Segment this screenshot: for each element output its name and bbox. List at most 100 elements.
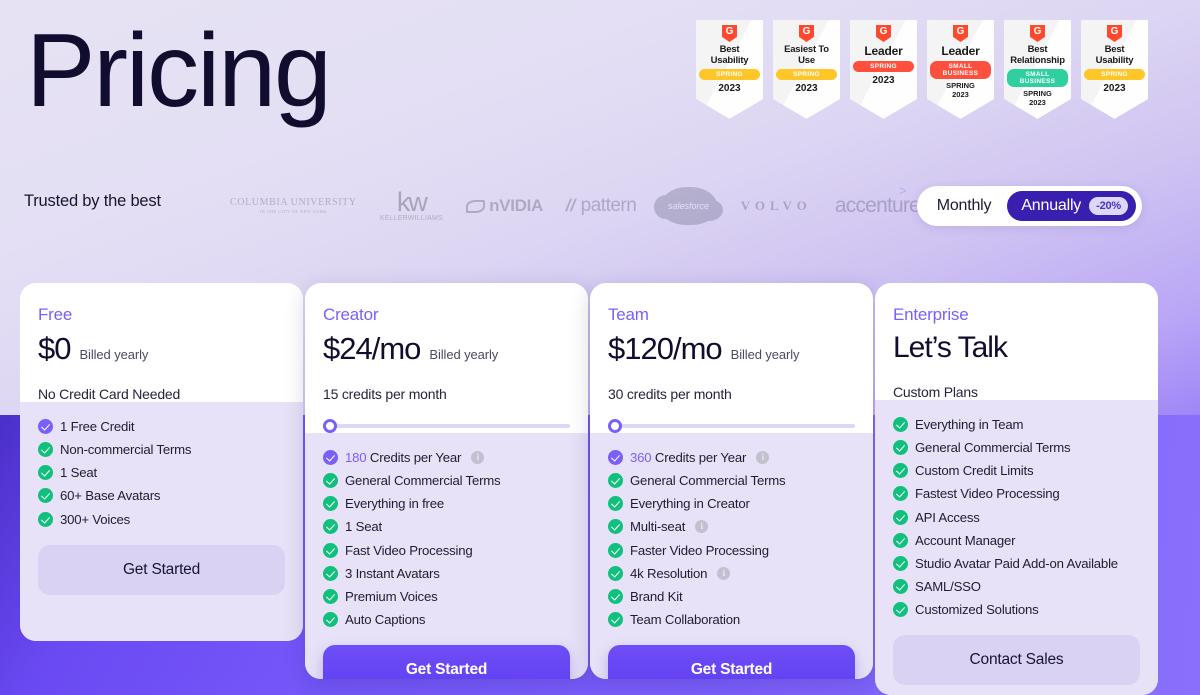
billing-note: Billed yearly xyxy=(429,347,499,362)
g2-logo-icon: G xyxy=(799,25,814,42)
g2-logo-icon: G xyxy=(1107,25,1122,42)
info-icon[interactable]: i xyxy=(717,566,731,580)
logo-volvo: VOLVO xyxy=(741,198,812,214)
check-icon xyxy=(323,473,338,489)
feature-item: Customized Solutions xyxy=(893,598,1140,621)
check-icon xyxy=(323,496,338,512)
feature-item: General Commercial Terms xyxy=(608,469,855,492)
feature-item: Team Collaboration xyxy=(608,608,855,631)
feature-item: Fast Video Processing xyxy=(323,539,570,562)
feature-list: Everything in Team General Commercial Ter… xyxy=(875,400,1158,695)
badge-year: 2023 xyxy=(795,83,818,95)
feature-list: 1 Free Credit Non-commercial Terms 1 Seat 6… xyxy=(20,402,303,641)
badge-year: SPRING 2023 xyxy=(1023,89,1052,107)
feature-label: Everything in Team xyxy=(915,417,1024,432)
feature-item: Brand Kit xyxy=(608,585,855,608)
plan-subnote: 30 credits per month xyxy=(608,386,732,402)
feature-label: Custom Credit Limits xyxy=(915,463,1034,479)
feature-item: Custom Credit Limits xyxy=(893,459,1140,482)
badge-ribbon: SPRING xyxy=(699,69,760,81)
logo-keller-williams: kw KELLERWILLIAMS xyxy=(379,187,443,222)
info-icon[interactable]: i xyxy=(756,451,770,465)
cta-button[interactable]: Get Started xyxy=(38,544,285,595)
slider-thumb[interactable] xyxy=(608,419,622,433)
pricing-card-enterprise: Enterprise Let’s Talk Custom Plans Everythi… xyxy=(875,283,1158,695)
feature-item: Multi-seat i xyxy=(608,515,855,538)
check-icon xyxy=(323,519,338,535)
logo-pattern-text: pattern xyxy=(580,195,637,216)
customer-logos: COLUMBIA UNIVERSITY IN THE CITY OF NEW Y… xyxy=(230,183,921,226)
feature-label: API Access xyxy=(915,509,980,525)
page-title: Pricing xyxy=(26,13,332,129)
discount-badge: -20% xyxy=(1089,197,1128,215)
slider-track[interactable] xyxy=(323,424,570,428)
logo-nvidia-text: nVIDIA xyxy=(489,196,544,215)
feature-label: 1 Seat xyxy=(345,519,382,535)
logo-accenture: > accenture xyxy=(835,183,921,218)
logo-salesforce: salesforce xyxy=(653,187,723,225)
feature-label: Fastest Video Processing xyxy=(915,486,1060,502)
toggle-monthly[interactable]: Monthly xyxy=(923,191,1006,221)
cta-button[interactable]: Get Started xyxy=(323,645,570,679)
feature-label: 1 Free Credit xyxy=(60,419,135,434)
plan-subnote: No Credit Card Needed xyxy=(38,386,181,402)
check-icon xyxy=(893,440,908,456)
g2-badge: G Best Usability SPRING 2023 xyxy=(1081,20,1148,119)
card-header: Creator $24/mo Billed yearly 15 credits per… xyxy=(305,283,588,433)
feature-highlight: 360 xyxy=(630,450,652,465)
credits-slider[interactable] xyxy=(608,419,855,433)
feature-label: General Commercial Terms xyxy=(915,440,1071,456)
g2-badge: G Easiest To Use SPRING 2023 xyxy=(773,20,840,119)
logo-volvo-text: VOLVO xyxy=(740,198,812,213)
toggle-annually[interactable]: Annually -20% xyxy=(1007,191,1136,221)
feature-item: SAML/SSO xyxy=(893,575,1140,598)
check-icon xyxy=(893,532,908,548)
info-icon[interactable]: i xyxy=(695,520,709,534)
check-icon xyxy=(608,450,623,466)
check-icon xyxy=(323,450,338,466)
logo-columbia-university: COLUMBIA UNIVERSITY IN THE CITY OF NEW Y… xyxy=(230,197,357,215)
badge-ribbon: Small Business xyxy=(1007,69,1068,88)
slider-track[interactable] xyxy=(608,424,855,428)
feature-label: General Commercial Terms xyxy=(630,473,786,489)
g2-badge: G Leader Small Business SPRING 2023 xyxy=(927,20,994,119)
g2-badge: G Leader SPRING 2023 xyxy=(850,20,917,119)
check-icon xyxy=(893,417,908,433)
price-row: Let’s Talk xyxy=(893,331,1140,365)
feature-item: 360 Credits per Year i xyxy=(608,446,855,469)
feature-list: 360 Credits per Year i General Commercial … xyxy=(590,433,873,679)
badge-title: Best Usability xyxy=(710,44,749,66)
logo-nvidia: nVIDIA xyxy=(466,196,543,216)
credits-slider[interactable] xyxy=(323,419,570,433)
nvidia-eye-icon xyxy=(466,199,486,213)
feature-label: 3 Instant Avatars xyxy=(345,565,440,581)
check-icon xyxy=(608,565,623,581)
logo-kw-mark: kw xyxy=(396,187,428,218)
feature-item: Faster Video Processing xyxy=(608,539,855,562)
feature-item: General Commercial Terms xyxy=(323,469,570,492)
badge-year: 2023 xyxy=(718,83,741,95)
plan-subnote: Custom Plans xyxy=(893,384,978,400)
check-icon xyxy=(38,442,53,458)
pricing-page: Pricing G Best Usability SPRING 2023 G Easies… xyxy=(0,0,1200,695)
billing-note: Billed yearly xyxy=(79,347,149,362)
logo-columbia-line1: COLUMBIA UNIVERSITY xyxy=(230,196,357,208)
check-icon xyxy=(323,565,338,581)
logo-kw-name: KELLERWILLIAMS xyxy=(379,214,443,222)
badge-year: 2023 xyxy=(872,75,895,87)
feature-label: 300+ Voices xyxy=(60,511,131,527)
feature-label: Premium Voices xyxy=(345,588,438,604)
cta-button[interactable]: Get Started xyxy=(608,645,855,679)
cta-button[interactable]: Contact Sales xyxy=(893,635,1140,686)
slider-thumb[interactable] xyxy=(323,419,337,433)
plan-name: Enterprise xyxy=(893,305,969,324)
billing-period-toggle[interactable]: Monthly Annually -20% xyxy=(916,186,1142,226)
plan-name: Team xyxy=(608,305,649,324)
feature-item: Everything in Team xyxy=(893,413,1140,436)
badge-ribbon: SPRING xyxy=(776,69,837,81)
check-icon xyxy=(38,511,53,527)
info-icon[interactable]: i xyxy=(471,451,485,465)
pricing-card-team: Team $120/mo Billed yearly 30 credits per m… xyxy=(590,283,873,679)
feature-label: 4k Resolution xyxy=(630,565,708,581)
pricing-card-creator: Creator $24/mo Billed yearly 15 credits per… xyxy=(305,283,588,679)
